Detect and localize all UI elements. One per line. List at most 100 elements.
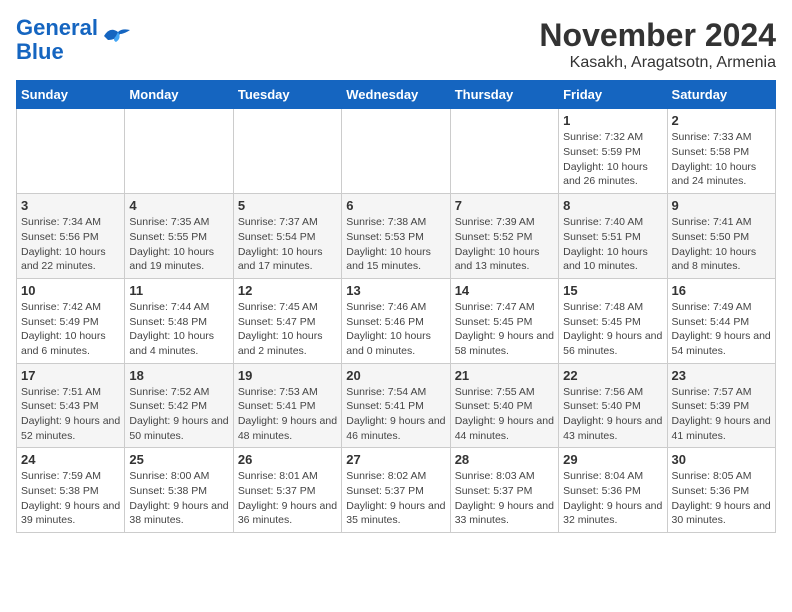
calendar-cell: 5Sunrise: 7:37 AM Sunset: 5:54 PM Daylig… xyxy=(233,194,341,279)
day-number: 17 xyxy=(21,368,120,383)
day-info: Sunrise: 8:03 AM Sunset: 5:37 PM Dayligh… xyxy=(455,469,554,528)
day-info: Sunrise: 8:00 AM Sunset: 5:38 PM Dayligh… xyxy=(129,469,228,528)
day-number: 8 xyxy=(563,198,662,213)
calendar-cell: 22 Sunrise: 7:56 AM Sunset: 5:40 PM Dayli… xyxy=(559,363,667,448)
day-info: Sunrise: 7:40 AM Sunset: 5:51 PM Dayligh… xyxy=(563,215,662,274)
calendar-table: SundayMondayTuesdayWednesdayThursdayFrid… xyxy=(16,80,776,533)
day-info: Sunrise: 7:47 AM Sunset: 5:45 PM Dayligh… xyxy=(455,300,554,359)
calendar-cell xyxy=(233,109,341,194)
calendar-cell: 16 Sunrise: 7:49 AM Sunset: 5:44 PM Dayli… xyxy=(667,278,775,363)
calendar-cell: 21Sunrise: 7:55 AM Sunset: 5:40 PM Dayli… xyxy=(450,363,558,448)
weekday-header-sunday: Sunday xyxy=(17,81,125,109)
day-number: 30 xyxy=(672,452,771,467)
day-info: Sunrise: 7:41 AM Sunset: 5:50 PM Dayligh… xyxy=(672,215,771,274)
day-number: 23 xyxy=(672,368,771,383)
day-info: Sunrise: 7:42 AM Sunset: 5:49 PM Dayligh… xyxy=(21,300,120,359)
day-info: Sunrise: 7:37 AM Sunset: 5:54 PM Dayligh… xyxy=(238,215,337,274)
page-subtitle: Kasakh, Aragatsotn, Armenia xyxy=(539,54,776,72)
day-info: Sunrise: 7:51 AM Sunset: 5:43 PM Dayligh… xyxy=(21,385,120,444)
day-number: 28 xyxy=(455,452,554,467)
day-number: 20 xyxy=(346,368,445,383)
weekday-header-row: SundayMondayTuesdayWednesdayThursdayFrid… xyxy=(17,81,776,109)
calendar-cell: 11Sunrise: 7:44 AM Sunset: 5:48 PM Dayli… xyxy=(125,278,233,363)
day-number: 4 xyxy=(129,198,228,213)
calendar-cell: 24 Sunrise: 7:59 AM Sunset: 5:38 PM Dayli… xyxy=(17,448,125,533)
day-number: 14 xyxy=(455,283,554,298)
day-info: Sunrise: 7:33 AM Sunset: 5:58 PM Dayligh… xyxy=(672,130,771,189)
calendar-cell: 26 Sunrise: 8:01 AM Sunset: 5:37 PM Dayli… xyxy=(233,448,341,533)
calendar-cell: 12 Sunrise: 7:45 AM Sunset: 5:47 PM Dayli… xyxy=(233,278,341,363)
calendar-cell: 18 Sunrise: 7:52 AM Sunset: 5:42 PM Dayli… xyxy=(125,363,233,448)
day-number: 25 xyxy=(129,452,228,467)
day-info: Sunrise: 8:01 AM Sunset: 5:37 PM Dayligh… xyxy=(238,469,337,528)
day-info: Sunrise: 7:54 AM Sunset: 5:41 PM Dayligh… xyxy=(346,385,445,444)
calendar-cell: 9 Sunrise: 7:41 AM Sunset: 5:50 PM Daylig… xyxy=(667,194,775,279)
day-info: Sunrise: 7:44 AM Sunset: 5:48 PM Dayligh… xyxy=(129,300,228,359)
weekday-header-wednesday: Wednesday xyxy=(342,81,450,109)
day-number: 18 xyxy=(129,368,228,383)
calendar-cell: 3 Sunrise: 7:34 AM Sunset: 5:56 PM Daylig… xyxy=(17,194,125,279)
calendar-cell: 29 Sunrise: 8:04 AM Sunset: 5:36 PM Dayli… xyxy=(559,448,667,533)
day-number: 21 xyxy=(455,368,554,383)
calendar-cell: 19 Sunrise: 7:53 AM Sunset: 5:41 PM Dayli… xyxy=(233,363,341,448)
logo-bird-icon xyxy=(102,24,132,46)
day-info: Sunrise: 8:04 AM Sunset: 5:36 PM Dayligh… xyxy=(563,469,662,528)
calendar-week-4: 24 Sunrise: 7:59 AM Sunset: 5:38 PM Dayli… xyxy=(17,448,776,533)
day-number: 22 xyxy=(563,368,662,383)
logo-text: General Blue xyxy=(16,16,98,64)
day-info: Sunrise: 7:59 AM Sunset: 5:38 PM Dayligh… xyxy=(21,469,120,528)
calendar-cell: 23Sunrise: 7:57 AM Sunset: 5:39 PM Dayli… xyxy=(667,363,775,448)
day-number: 16 xyxy=(672,283,771,298)
day-number: 6 xyxy=(346,198,445,213)
calendar-cell: 25 Sunrise: 8:00 AM Sunset: 5:38 PM Dayli… xyxy=(125,448,233,533)
weekday-header-friday: Friday xyxy=(559,81,667,109)
calendar-cell: 8 Sunrise: 7:40 AM Sunset: 5:51 PM Daylig… xyxy=(559,194,667,279)
calendar-cell: 30Sunrise: 8:05 AM Sunset: 5:36 PM Dayli… xyxy=(667,448,775,533)
calendar-cell xyxy=(450,109,558,194)
weekday-header-saturday: Saturday xyxy=(667,81,775,109)
calendar-cell: 1Sunrise: 7:32 AM Sunset: 5:59 PM Daylig… xyxy=(559,109,667,194)
calendar-week-3: 17 Sunrise: 7:51 AM Sunset: 5:43 PM Dayli… xyxy=(17,363,776,448)
day-number: 27 xyxy=(346,452,445,467)
day-info: Sunrise: 7:56 AM Sunset: 5:40 PM Dayligh… xyxy=(563,385,662,444)
day-number: 29 xyxy=(563,452,662,467)
calendar-cell xyxy=(125,109,233,194)
day-info: Sunrise: 7:35 AM Sunset: 5:55 PM Dayligh… xyxy=(129,215,228,274)
day-number: 19 xyxy=(238,368,337,383)
day-info: Sunrise: 7:39 AM Sunset: 5:52 PM Dayligh… xyxy=(455,215,554,274)
day-info: Sunrise: 7:34 AM Sunset: 5:56 PM Dayligh… xyxy=(21,215,120,274)
calendar-cell: 27Sunrise: 8:02 AM Sunset: 5:37 PM Dayli… xyxy=(342,448,450,533)
calendar-cell: 2Sunrise: 7:33 AM Sunset: 5:58 PM Daylig… xyxy=(667,109,775,194)
calendar-cell: 13 Sunrise: 7:46 AM Sunset: 5:46 PM Dayli… xyxy=(342,278,450,363)
page-header: General Blue November 2024 Kasakh, Araga… xyxy=(16,16,776,72)
weekday-header-thursday: Thursday xyxy=(450,81,558,109)
day-number: 7 xyxy=(455,198,554,213)
day-info: Sunrise: 7:49 AM Sunset: 5:44 PM Dayligh… xyxy=(672,300,771,359)
day-number: 12 xyxy=(238,283,337,298)
day-info: Sunrise: 7:45 AM Sunset: 5:47 PM Dayligh… xyxy=(238,300,337,359)
day-number: 15 xyxy=(563,283,662,298)
day-info: Sunrise: 7:46 AM Sunset: 5:46 PM Dayligh… xyxy=(346,300,445,359)
day-info: Sunrise: 7:38 AM Sunset: 5:53 PM Dayligh… xyxy=(346,215,445,274)
calendar-cell: 28 Sunrise: 8:03 AM Sunset: 5:37 PM Dayli… xyxy=(450,448,558,533)
day-number: 13 xyxy=(346,283,445,298)
calendar-cell: 20 Sunrise: 7:54 AM Sunset: 5:41 PM Dayli… xyxy=(342,363,450,448)
calendar-cell: 17 Sunrise: 7:51 AM Sunset: 5:43 PM Dayli… xyxy=(17,363,125,448)
day-info: Sunrise: 7:53 AM Sunset: 5:41 PM Dayligh… xyxy=(238,385,337,444)
calendar-week-0: 1Sunrise: 7:32 AM Sunset: 5:59 PM Daylig… xyxy=(17,109,776,194)
calendar-cell: 6 Sunrise: 7:38 AM Sunset: 5:53 PM Daylig… xyxy=(342,194,450,279)
day-number: 9 xyxy=(672,198,771,213)
day-number: 26 xyxy=(238,452,337,467)
day-info: Sunrise: 7:48 AM Sunset: 5:45 PM Dayligh… xyxy=(563,300,662,359)
calendar-cell xyxy=(342,109,450,194)
day-info: Sunrise: 7:32 AM Sunset: 5:59 PM Dayligh… xyxy=(563,130,662,189)
calendar-week-2: 10 Sunrise: 7:42 AM Sunset: 5:49 PM Dayli… xyxy=(17,278,776,363)
calendar-cell: 7 Sunrise: 7:39 AM Sunset: 5:52 PM Daylig… xyxy=(450,194,558,279)
calendar-cell: 15 Sunrise: 7:48 AM Sunset: 5:45 PM Dayli… xyxy=(559,278,667,363)
calendar-cell: 10 Sunrise: 7:42 AM Sunset: 5:49 PM Dayli… xyxy=(17,278,125,363)
weekday-header-monday: Monday xyxy=(125,81,233,109)
day-number: 24 xyxy=(21,452,120,467)
day-info: Sunrise: 7:52 AM Sunset: 5:42 PM Dayligh… xyxy=(129,385,228,444)
day-number: 3 xyxy=(21,198,120,213)
day-number: 10 xyxy=(21,283,120,298)
